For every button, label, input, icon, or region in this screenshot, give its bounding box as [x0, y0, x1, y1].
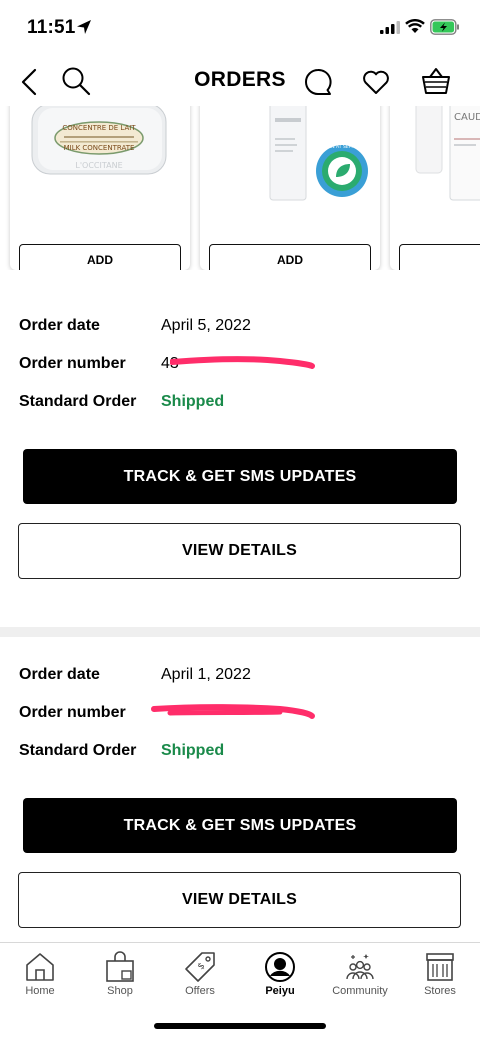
product-card[interactable]: CAUD AD: [390, 106, 480, 270]
tab-stores[interactable]: Stores: [400, 943, 480, 1003]
svg-text:CONCENTRE DE LAIT: CONCENTRE DE LAIT: [62, 124, 136, 132]
track-sms-updates-button[interactable]: TRACK & GET SMS UPDATES: [23, 798, 457, 853]
product-image-milk-concentrate: CONCENTRE DE LAIT MILK CONCENTRATE L'OCC…: [31, 106, 167, 175]
track-sms-updates-button[interactable]: TRACK & GET SMS UPDATES: [23, 449, 457, 504]
status-time: 11:51: [27, 17, 76, 38]
add-to-basket-button[interactable]: ADD: [19, 244, 181, 270]
order-number-label: Order number: [19, 355, 126, 372]
tab-offers[interactable]: $ Offers: [160, 943, 240, 1003]
tab-label: Shop: [107, 985, 133, 997]
back-chevron-icon[interactable]: [19, 67, 39, 97]
home-indicator: [154, 1023, 326, 1029]
basket-icon[interactable]: [421, 66, 451, 96]
product-card[interactable]: CLEAN AT SEPHORA ADD: [200, 106, 380, 270]
order-status: Shipped: [161, 393, 225, 410]
section-divider: [0, 627, 480, 637]
product-image-serum-bottle: CLEAN AT SEPHORA: [269, 106, 368, 201]
status-bar: 11:51: [0, 0, 480, 56]
tab-label: Offers: [185, 985, 215, 997]
location-arrow-icon: [77, 20, 91, 34]
redaction-scribble: [151, 704, 315, 719]
tab-label: Stores: [424, 985, 456, 997]
order-date-label: Order date: [19, 666, 100, 683]
battery-charging-icon: [430, 19, 459, 35]
community-icon: [346, 954, 374, 980]
nav-bar: ORDERS: [0, 56, 480, 106]
svg-text:CLEAN AT SEPHORA: CLEAN AT SEPHORA: [320, 144, 366, 150]
order-type-label: Standard Order: [19, 742, 137, 759]
tab-label: Community: [332, 985, 388, 997]
product-card[interactable]: CONCENTRE DE LAIT MILK CONCENTRATE L'OCC…: [10, 106, 190, 270]
cellular-signal-icon: [380, 21, 400, 34]
order-number-label: Order number: [19, 704, 126, 721]
tab-community[interactable]: Community: [320, 943, 400, 1003]
svg-text:CAUD: CAUD: [454, 112, 480, 123]
home-icon: [26, 953, 54, 981]
offers-tag-icon: $: [185, 952, 215, 982]
search-icon[interactable]: [61, 66, 91, 96]
product-carousel[interactable]: CONCENTRE DE LAIT MILK CONCENTRATE L'OCC…: [0, 106, 480, 270]
tab-shop[interactable]: Shop: [80, 943, 160, 1003]
order-date-label: Order date: [19, 317, 100, 334]
add-to-basket-button[interactable]: AD: [399, 244, 480, 270]
redaction-scribble: [170, 356, 315, 369]
order-date-value: April 5, 2022: [161, 317, 251, 334]
svg-text:$: $: [196, 961, 207, 972]
order-status: Shipped: [161, 742, 225, 759]
profile-avatar-icon: [265, 952, 295, 982]
tab-profile[interactable]: Peiyu: [240, 943, 320, 1003]
heart-icon[interactable]: [362, 69, 390, 95]
product-image-lip-stick: CAUD: [415, 106, 480, 201]
wifi-icon: [405, 19, 425, 33]
shop-bag-icon: [106, 951, 134, 982]
view-details-button[interactable]: VIEW DETAILS: [18, 523, 461, 579]
svg-text:MILK CONCENTRATE: MILK CONCENTRATE: [64, 144, 135, 152]
tab-label: Home: [25, 985, 55, 997]
add-to-basket-button[interactable]: ADD: [209, 244, 371, 270]
view-details-button[interactable]: VIEW DETAILS: [18, 872, 461, 928]
tab-label: Peiyu: [265, 985, 295, 997]
tab-home[interactable]: Home: [0, 943, 80, 1003]
order-date-value: April 1, 2022: [161, 666, 251, 683]
stores-icon: [426, 953, 454, 981]
order-type-label: Standard Order: [19, 393, 137, 410]
chat-bubble-icon[interactable]: [304, 68, 332, 96]
svg-text:L'OCCITANE: L'OCCITANE: [75, 161, 122, 170]
